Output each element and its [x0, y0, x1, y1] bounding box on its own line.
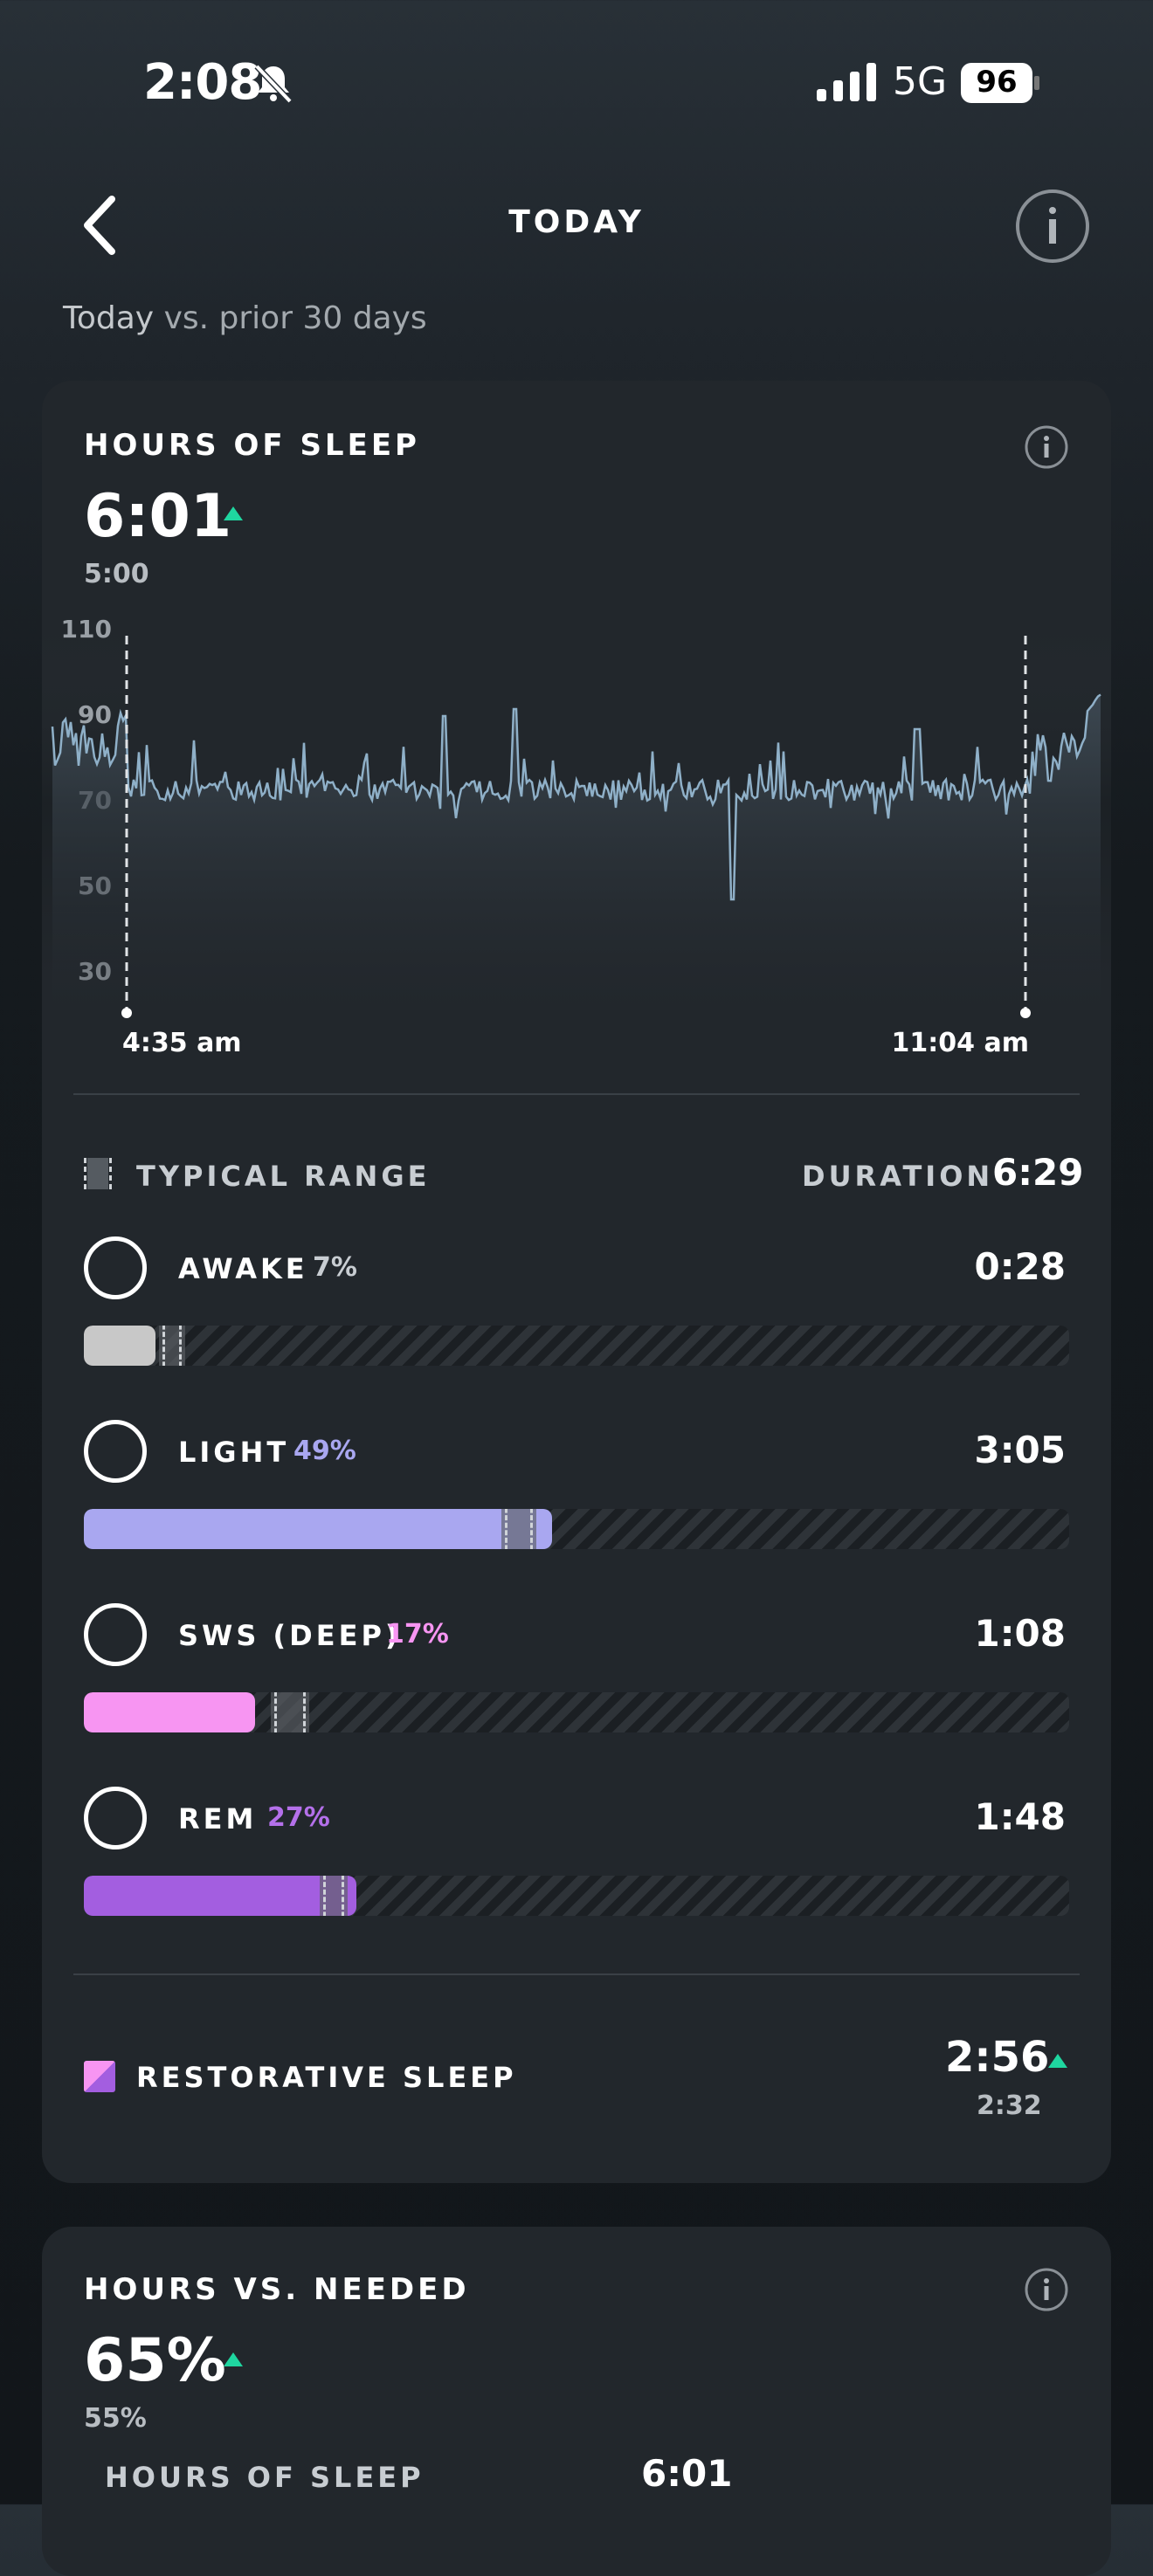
trend-up-icon [224, 506, 243, 520]
comparison-subtitle: Today vs. prior 30 days [63, 300, 427, 336]
network-type: 5G [893, 59, 948, 104]
comparison-rest: vs. prior 30 days [163, 300, 427, 336]
stage-deep-fill [84, 1692, 255, 1732]
hours-vs-needed-title: HOURS VS. NEEDED [84, 2272, 470, 2307]
stage-rem-pct: 27% [267, 1802, 330, 1833]
hours-vs-needed-baseline: 55% [84, 2403, 147, 2434]
restorative-sleep-value: 2:56 [945, 2033, 1050, 2082]
info-icon[interactable] [1024, 424, 1069, 470]
duration-label: DURATION [802, 1160, 994, 1193]
chart-end-time: 11:04 am [892, 1028, 1029, 1058]
stage-light-time: 3:05 [974, 1429, 1066, 1471]
awake-ring-icon [84, 1236, 147, 1299]
typical-range-marker [159, 1326, 185, 1366]
stage-awake-time: 0:28 [974, 1245, 1066, 1288]
chart-y-tick: 110 [61, 615, 112, 644]
hours-of-sleep-row-label: HOURS OF SLEEP [105, 2461, 425, 2494]
stage-rem-fill [84, 1876, 356, 1916]
typical-range-icon [82, 1158, 114, 1189]
page-title: TODAY [508, 204, 645, 240]
stage-rem-bar [84, 1876, 1069, 1916]
light-ring-icon [84, 1420, 147, 1483]
stage-rem-time: 1:48 [974, 1795, 1066, 1838]
typical-range-label: TYPICAL RANGE [136, 1160, 431, 1193]
stage-awake-bar [84, 1326, 1069, 1366]
stage-deep-time: 1:08 [974, 1612, 1066, 1655]
battery-level: 96 [976, 65, 1018, 100]
hours-of-sleep-baseline: 5:00 [84, 559, 149, 589]
stage-light-pct: 49% [293, 1436, 356, 1466]
trend-up-icon [224, 2352, 243, 2366]
duration-value: 6:29 [992, 1151, 1084, 1194]
divider [73, 1973, 1080, 1975]
info-icon[interactable] [1024, 2267, 1069, 2312]
deep-ring-icon [84, 1603, 147, 1666]
typical-range-marker [271, 1692, 309, 1732]
stage-light-bar [84, 1509, 1069, 1549]
battery-indicator: 96 [961, 63, 1039, 103]
hours-of-sleep-row-value: 6:01 [641, 2452, 733, 2495]
stage-awake-fill [84, 1326, 155, 1366]
silent-bell-icon [254, 64, 293, 104]
restorative-sleep-icon [84, 2061, 115, 2092]
chart-y-tick: 90 [78, 700, 112, 729]
chart-start-time: 4:35 am [122, 1028, 242, 1058]
restorative-sleep-baseline: 2:32 [977, 2090, 1042, 2121]
stage-deep-label: SWS (DEEP) [178, 1619, 402, 1652]
stage-light-label: LIGHT [178, 1436, 290, 1469]
stage-rem-label: REM [178, 1802, 258, 1836]
hours-vs-needed-value: 65% [84, 2326, 226, 2395]
status-time: 2:08 [143, 54, 262, 111]
stage-awake-pct: 7% [313, 1252, 357, 1283]
comparison-today: Today [63, 300, 155, 336]
hours-of-sleep-value: 6:01 [84, 482, 232, 551]
signal-icon [817, 63, 876, 101]
typical-range-marker [501, 1509, 536, 1549]
heart-rate-chart: 11090705030 4:35 am 11:04 am [42, 615, 1111, 1058]
divider [73, 1093, 1080, 1095]
stage-awake-label: AWAKE [178, 1252, 308, 1285]
rem-ring-icon [84, 1787, 147, 1849]
stage-deep-pct: 17% [386, 1619, 449, 1650]
stage-light-fill [84, 1509, 552, 1549]
trend-up-icon [1048, 2054, 1067, 2068]
restorative-sleep-label: RESTORATIVE SLEEP [136, 2061, 517, 2094]
stage-deep-bar [84, 1692, 1069, 1732]
info-icon[interactable] [1015, 189, 1090, 264]
typical-range-marker [320, 1876, 348, 1916]
hours-of-sleep-title: HOURS OF SLEEP [84, 428, 420, 463]
heart-rate-area [52, 694, 1101, 1013]
